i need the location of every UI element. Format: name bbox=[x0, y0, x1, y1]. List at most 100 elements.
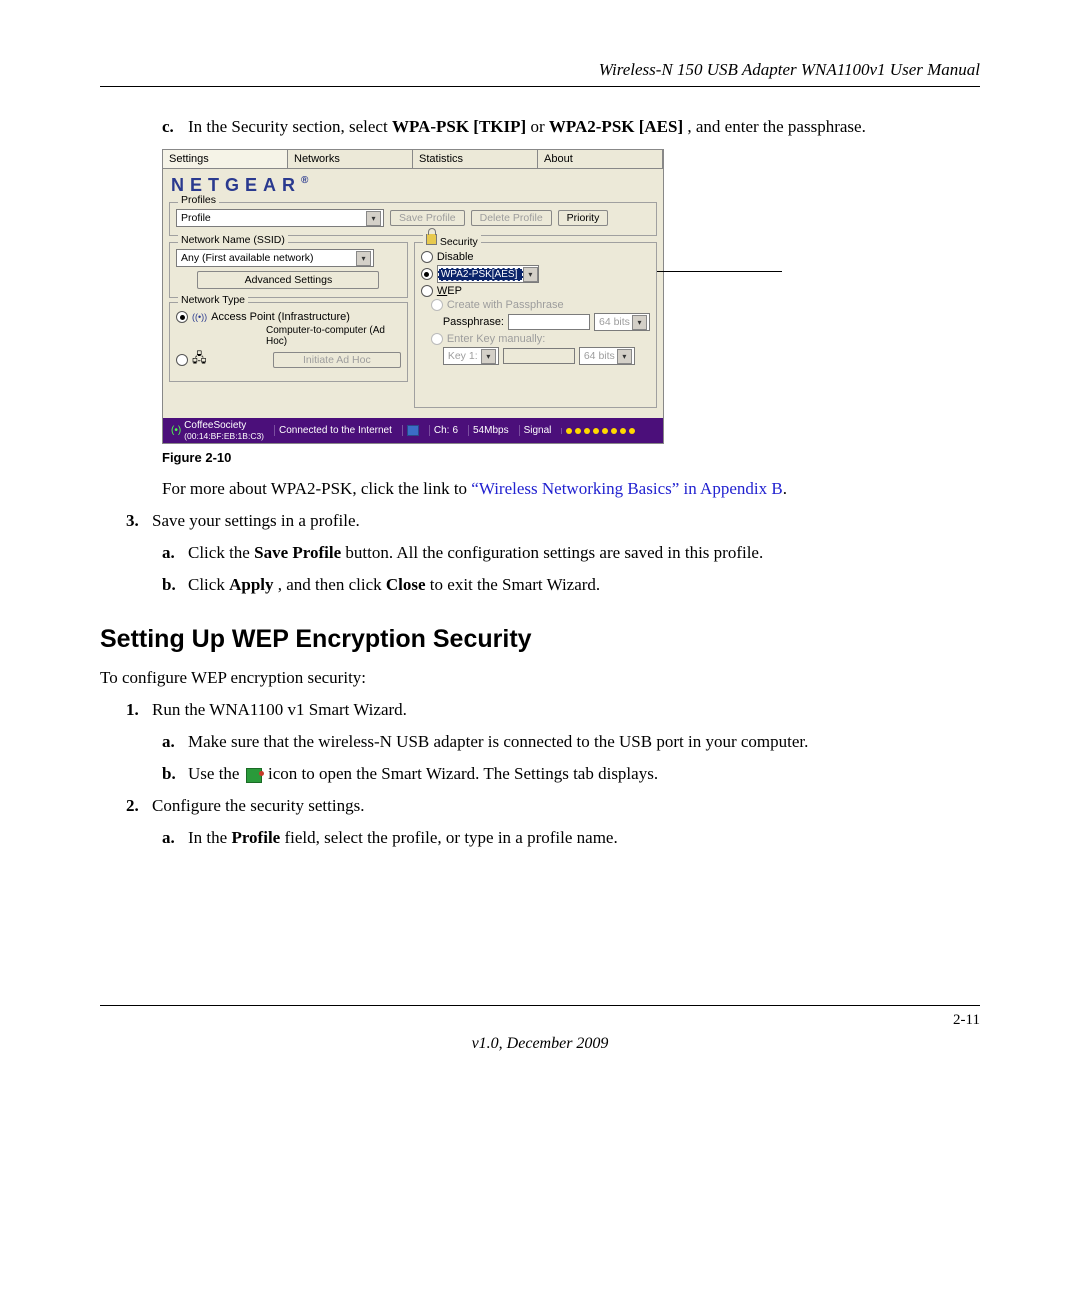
status-ch-label: Ch: bbox=[434, 425, 450, 436]
step-3b-pre: Click bbox=[188, 575, 229, 594]
delete-profile-button[interactable]: Delete Profile bbox=[471, 210, 552, 226]
chevron-down-icon: ▾ bbox=[617, 349, 632, 364]
wep-step-1: 1. Run the WNA1100 v1 Smart Wizard. bbox=[126, 700, 980, 720]
step-c-text1: In the Security section, select bbox=[188, 117, 392, 136]
security-mode-value: WPA2-PSK[AES] bbox=[438, 268, 523, 281]
step-c: c. In the Security section, select WPA-P… bbox=[162, 117, 980, 137]
smart-wizard-window: Settings Networks Statistics About NETGE… bbox=[162, 149, 664, 444]
create-passphrase-label: Create with Passphrase bbox=[447, 299, 564, 311]
status-ssid: CoffeeSociety bbox=[184, 420, 264, 431]
radio-create-passphrase bbox=[431, 299, 443, 311]
marker-w1b: b. bbox=[162, 764, 188, 784]
after-figure-text: For more about WPA2-PSK, click the link … bbox=[162, 479, 980, 499]
tray-icon bbox=[246, 768, 262, 783]
radio-access-point[interactable] bbox=[176, 311, 188, 323]
save-profile-bold: Save Profile bbox=[254, 543, 341, 562]
wep-step-1-text: Run the WNA1100 v1 Smart Wizard. bbox=[152, 700, 980, 720]
marker-w1a: a. bbox=[162, 732, 188, 752]
header-rule bbox=[100, 86, 980, 87]
wep-step-2a: a. In the Profile field, select the prof… bbox=[162, 828, 980, 848]
figure-caption: Figure 2-10 bbox=[162, 450, 980, 465]
wep-1b-post: icon to open the Smart Wizard. The Setti… bbox=[268, 764, 658, 783]
chevron-down-icon: ▾ bbox=[523, 267, 538, 282]
network-type-legend: Network Type bbox=[178, 294, 248, 306]
signal-icon: (•) bbox=[171, 425, 181, 436]
step-3-text: Save your settings in a profile. bbox=[152, 511, 980, 531]
enter-key-label: Enter Key manually: bbox=[447, 333, 545, 345]
chevron-down-icon: ▾ bbox=[632, 315, 647, 330]
brand-logo: NETGEAR® bbox=[163, 169, 663, 196]
footer-version: v1.0, December 2009 bbox=[100, 1035, 980, 1053]
marker-3: 3. bbox=[126, 511, 152, 531]
adhoc-label: Computer-to-computer (Ad Hoc) bbox=[266, 325, 401, 347]
initiate-adhoc-button[interactable]: Initiate Ad Hoc bbox=[273, 352, 401, 368]
link-appendix-b[interactable]: “Wireless Networking Basics” in Appendix… bbox=[471, 479, 782, 498]
radio-disable[interactable] bbox=[421, 251, 433, 263]
passphrase-input[interactable] bbox=[508, 314, 590, 330]
step-3b: b. Click Apply , and then click Close to… bbox=[162, 575, 980, 595]
profiles-group: Profiles Profile ▾ Save Profile Delete P… bbox=[169, 202, 657, 236]
tab-networks[interactable]: Networks bbox=[288, 150, 413, 168]
apply-bold: Apply bbox=[229, 575, 273, 594]
wep-label: WEP bbox=[437, 285, 462, 297]
wep-1b-pre: Use the bbox=[188, 764, 244, 783]
tab-about[interactable]: About bbox=[538, 150, 663, 168]
status-mac: (00:14:BF:EB:1B:C3) bbox=[184, 431, 264, 441]
marker-3a: a. bbox=[162, 543, 188, 563]
close-bold: Close bbox=[386, 575, 426, 594]
save-profile-button[interactable]: Save Profile bbox=[390, 210, 465, 226]
access-point-label: Access Point (Infrastructure) bbox=[211, 311, 350, 323]
chevron-down-icon: ▾ bbox=[366, 211, 381, 226]
radio-enter-key bbox=[431, 333, 443, 345]
step-3a-post: button. All the configuration settings a… bbox=[345, 543, 763, 562]
step-3: 3. Save your settings in a profile. bbox=[126, 511, 980, 531]
figure-2-10: Settings Networks Statistics About NETGE… bbox=[162, 149, 782, 444]
wep-step-2: 2. Configure the security settings. bbox=[126, 796, 980, 816]
ssid-legend: Network Name (SSID) bbox=[178, 234, 288, 246]
key-dropdown: Key 1:▾ bbox=[443, 347, 499, 365]
profile-dropdown[interactable]: Profile ▾ bbox=[176, 209, 384, 227]
key-input bbox=[503, 348, 575, 364]
step-3b-mid: , and then click bbox=[278, 575, 386, 594]
tab-settings[interactable]: Settings bbox=[163, 150, 288, 168]
marker-w2: 2. bbox=[126, 796, 152, 816]
tab-statistics[interactable]: Statistics bbox=[413, 150, 538, 168]
bits-dropdown-1: 64 bits▾ bbox=[594, 313, 650, 331]
advanced-settings-button[interactable]: Advanced Settings bbox=[197, 271, 379, 289]
profile-value: Profile bbox=[181, 212, 211, 224]
profiles-legend: Profiles bbox=[178, 194, 219, 206]
radio-wep[interactable] bbox=[421, 285, 433, 297]
page-number: 2-11 bbox=[100, 1012, 980, 1029]
security-group: Security Disable WPA2-PSK[AES] ▾ bbox=[414, 242, 657, 408]
network-type-group: Network Type ((•)) Access Point (Infrast… bbox=[169, 302, 408, 382]
step-c-opt1: WPA-PSK [TKIP] bbox=[392, 117, 526, 136]
chevron-down-icon: ▾ bbox=[481, 349, 496, 364]
radio-wpa2psk[interactable] bbox=[421, 268, 433, 280]
priority-button[interactable]: Priority bbox=[558, 210, 609, 226]
wep-step-1b: b. Use the icon to open the Smart Wizard… bbox=[162, 764, 980, 784]
lock-icon bbox=[426, 234, 437, 245]
status-ch: 6 bbox=[452, 425, 458, 436]
marker-c: c. bbox=[162, 117, 188, 137]
status-signal-label: Signal bbox=[519, 425, 556, 436]
bits-dropdown-2: 64 bits▾ bbox=[579, 347, 635, 365]
step-c-text2: , and enter the passphrase. bbox=[687, 117, 865, 136]
security-mode-dropdown[interactable]: WPA2-PSK[AES] ▾ bbox=[437, 265, 539, 283]
running-header: Wireless-N 150 USB Adapter WNA1100v1 Use… bbox=[100, 60, 980, 80]
security-legend: Security bbox=[423, 234, 481, 248]
wep-2a-pre: In the bbox=[188, 828, 231, 847]
ssid-dropdown[interactable]: Any (First available network) ▾ bbox=[176, 249, 374, 267]
marker-w2a: a. bbox=[162, 828, 188, 848]
step-3a: a. Click the Save Profile button. All th… bbox=[162, 543, 980, 563]
ssid-group: Network Name (SSID) Any (First available… bbox=[169, 242, 408, 298]
status-bar: (•) CoffeeSociety (00:14:BF:EB:1B:C3) Co… bbox=[163, 418, 663, 443]
passphrase-label: Passphrase: bbox=[443, 316, 504, 328]
ssid-value: Any (First available network) bbox=[181, 252, 313, 264]
step-3b-post: to exit the Smart Wizard. bbox=[430, 575, 600, 594]
wep-2a-post: field, select the profile, or type in a … bbox=[284, 828, 617, 847]
marker-3b: b. bbox=[162, 575, 188, 595]
radio-adhoc[interactable] bbox=[176, 354, 188, 366]
disable-label: Disable bbox=[437, 251, 474, 263]
wep-step-1a-text: Make sure that the wireless-N USB adapte… bbox=[188, 732, 980, 752]
section-heading-wep: Setting Up WEP Encryption Security bbox=[100, 625, 980, 654]
